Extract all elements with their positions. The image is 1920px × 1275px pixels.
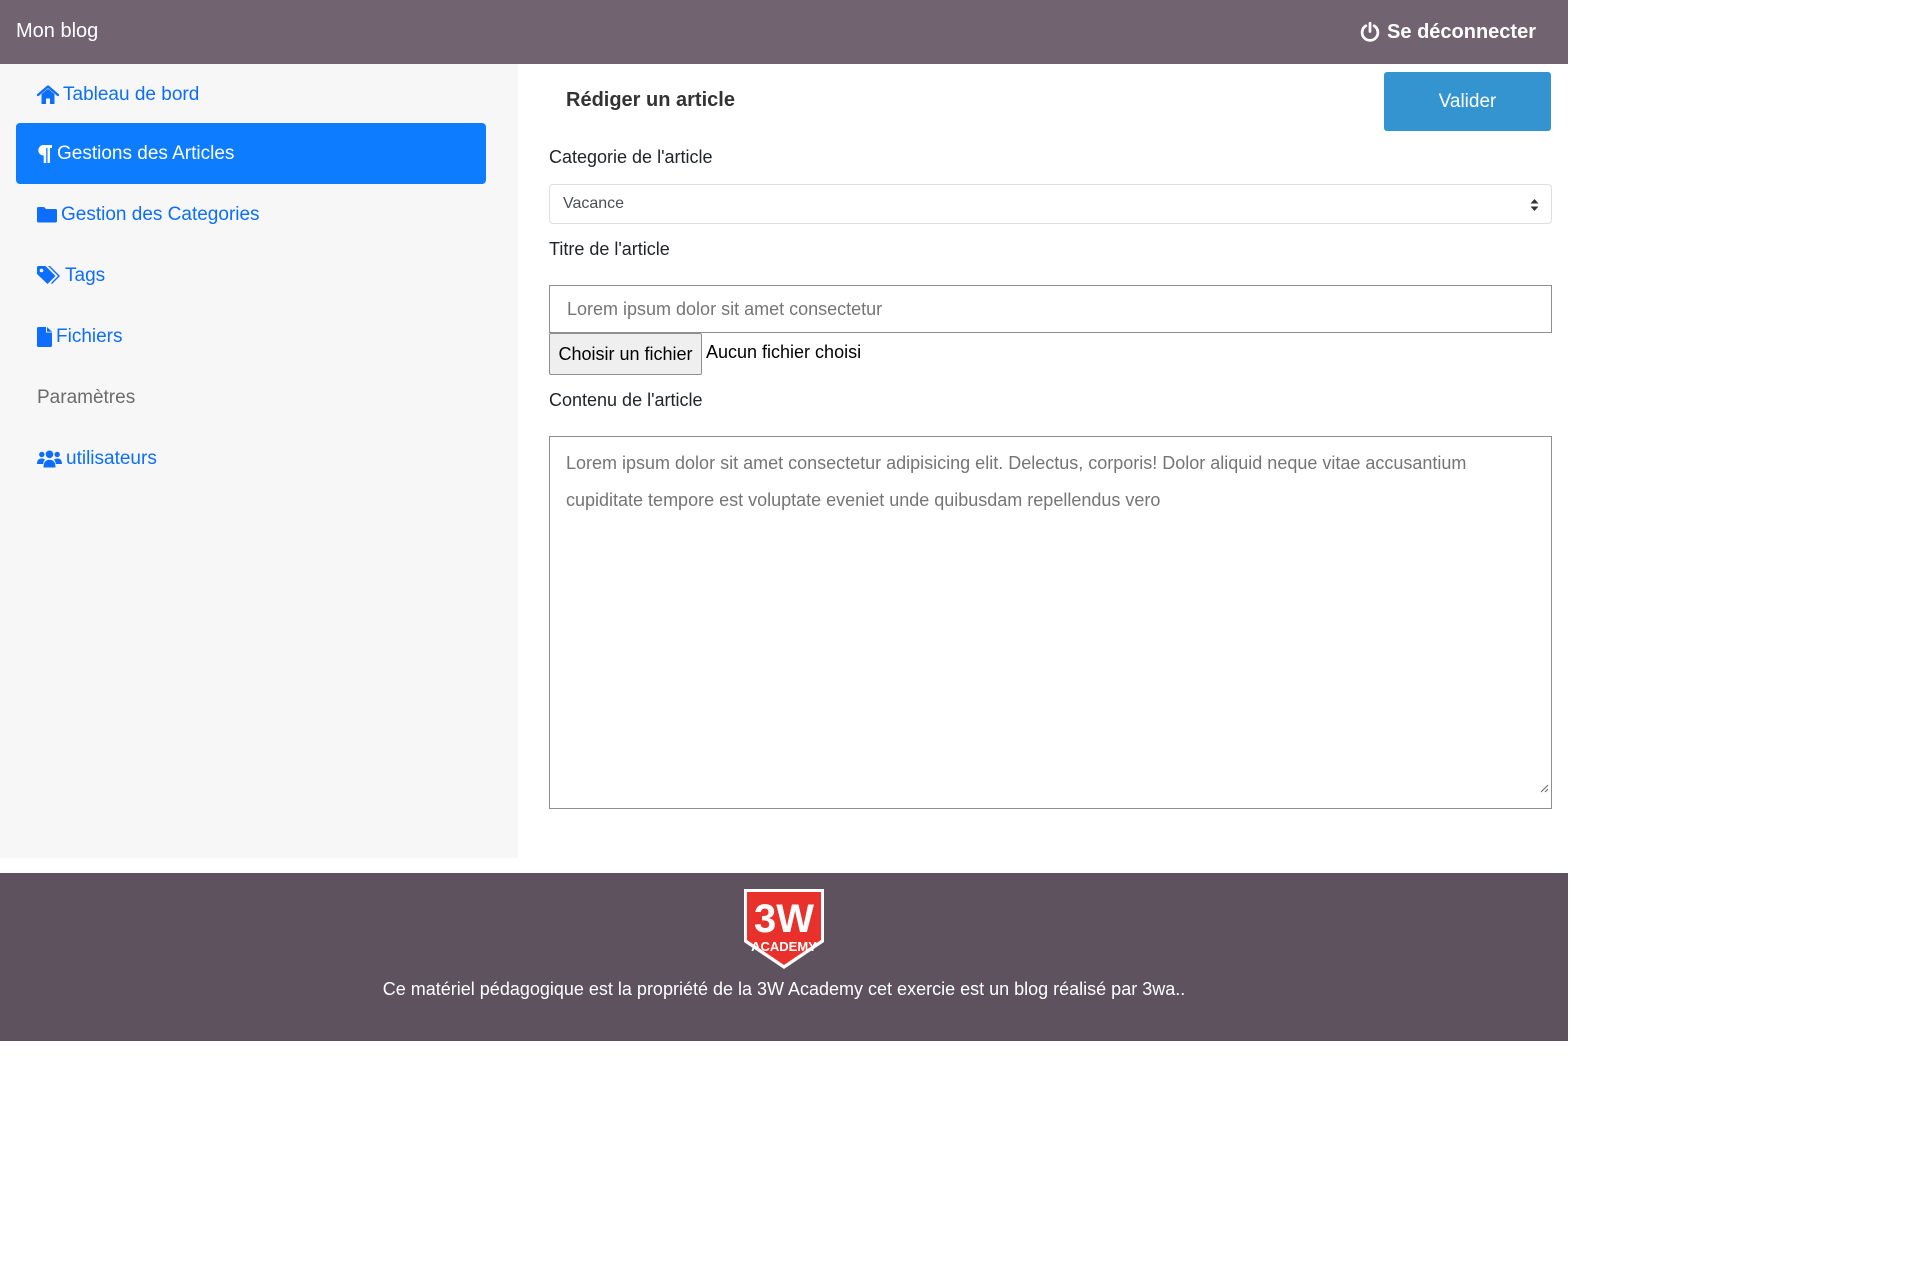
folder-icon (37, 206, 57, 223)
sidebar-item-users[interactable]: utilisateurs (16, 428, 486, 489)
logout-button[interactable]: Se déconnecter (1359, 18, 1536, 46)
sidebar-item-dashboard[interactable]: Tableau de bord (16, 64, 486, 125)
sidebar-item-label: Gestion des Categories (61, 203, 260, 225)
page-title: Rédiger un article (566, 89, 735, 111)
select-caret-icon (1530, 198, 1539, 217)
users-icon (37, 450, 62, 468)
logo-text-main: 3W (754, 897, 814, 941)
submit-button[interactable]: Valider (1384, 72, 1551, 131)
sidebar: Tableau de bord Gestions des Articles Ge… (0, 64, 518, 858)
content-placeholder: Lorem ipsum dolor sit amet consectetur a… (566, 453, 1467, 510)
top-navbar: Mon blog Se déconnecter (0, 0, 1568, 64)
sidebar-item-label: Fichiers (56, 325, 123, 347)
choose-file-button[interactable]: Choisir un fichier (549, 333, 702, 375)
power-icon (1359, 21, 1381, 43)
sidebar-item-categories[interactable]: Gestion des Categories (16, 184, 486, 245)
category-select-value: Vacance (563, 195, 625, 212)
category-label: Categorie de l'article (549, 147, 713, 167)
resize-handle-icon[interactable] (1539, 769, 1549, 806)
home-icon (37, 84, 59, 105)
sidebar-item-label: Gestions des Articles (57, 142, 235, 164)
sidebar-item-label: utilisateurs (66, 447, 157, 469)
brand-title[interactable]: Mon blog (16, 19, 98, 43)
content-label: Contenu de l'article (549, 390, 703, 410)
sidebar-item-files[interactable]: Fichiers (16, 306, 486, 367)
footer-text: Ce matériel pédagogique est la propriété… (382, 979, 1186, 999)
category-select[interactable]: Vacance (549, 184, 1552, 224)
sidebar-item-label: Tableau de bord (63, 83, 200, 105)
logo-text-sub: ACADEMY (751, 939, 817, 954)
academy-logo: 3W ACADEMY (743, 888, 825, 970)
title-input[interactable]: Lorem ipsum dolor sit amet consectetur (549, 285, 1552, 333)
logout-label: Se déconnecter (1387, 20, 1536, 43)
sidebar-item-settings[interactable]: Paramètres (16, 367, 486, 428)
file-status-text: Aucun fichier choisi (706, 342, 862, 362)
paragraph-icon (37, 144, 53, 164)
file-icon (37, 326, 52, 347)
tags-icon (37, 265, 61, 286)
sidebar-item-label: Paramètres (37, 386, 136, 408)
sidebar-item-label: Tags (65, 264, 106, 286)
content-textarea[interactable]: Lorem ipsum dolor sit amet consectetur a… (549, 436, 1552, 809)
sidebar-item-tags[interactable]: Tags (16, 245, 486, 306)
title-label: Titre de l'article (549, 239, 670, 259)
title-input-placeholder: Lorem ipsum dolor sit amet consectetur (567, 298, 883, 319)
footer: 3W ACADEMY Ce matériel pédagogique est l… (0, 873, 1568, 1041)
sidebar-item-articles[interactable]: Gestions des Articles (16, 123, 486, 184)
